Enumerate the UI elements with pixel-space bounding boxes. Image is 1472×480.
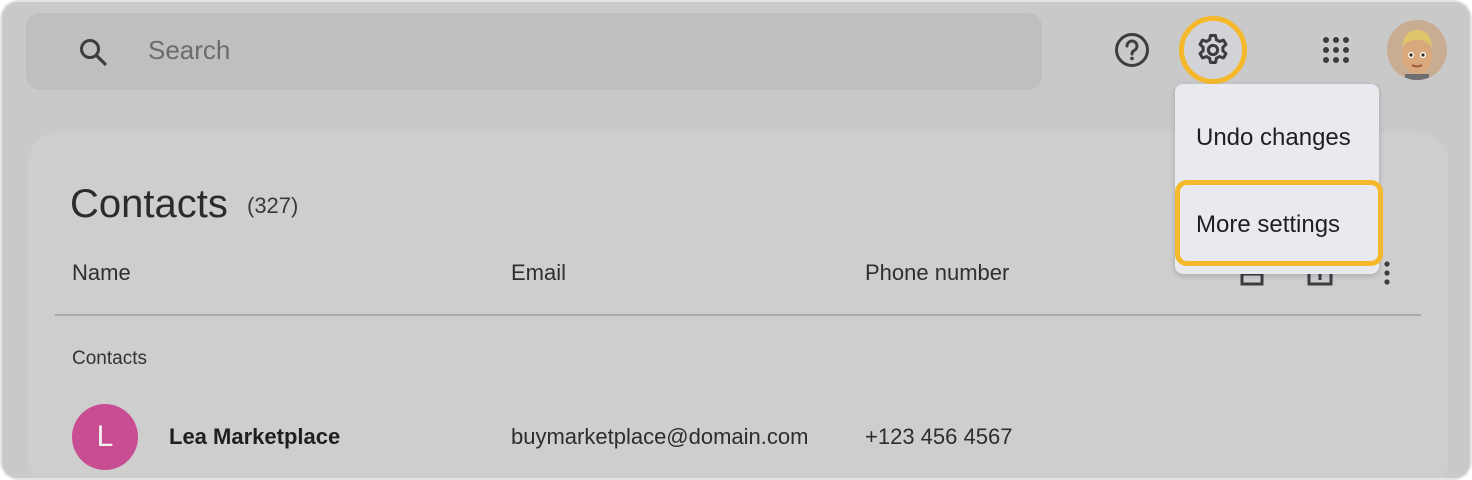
help-button[interactable] [1108, 26, 1156, 74]
user-avatar-icon [1387, 20, 1447, 80]
settings-menu: Undo changes More settings [1175, 84, 1383, 274]
contact-phone[interactable]: +123 456 4567 [865, 424, 1012, 450]
settings-button[interactable] [1179, 16, 1247, 84]
contact-avatar[interactable]: L [72, 404, 138, 470]
contacts-count: (327) [247, 193, 299, 218]
help-circle-icon [1115, 33, 1149, 67]
column-header-name[interactable]: Name [72, 260, 131, 286]
account-avatar[interactable] [1387, 20, 1447, 80]
contact-name[interactable]: Lea Marketplace [169, 424, 340, 450]
section-label: Contacts [72, 348, 147, 369]
page-title: Contacts [70, 182, 228, 226]
more-vert-icon[interactable] [1380, 260, 1394, 288]
contact-email[interactable]: buymarketplace@domain.com [511, 424, 808, 450]
gear-icon [1198, 34, 1228, 64]
app-window: Search Contacts (327) Name Email Phone n… [0, 0, 1472, 480]
search-bar[interactable]: Search [26, 13, 1042, 90]
apps-grid-icon [1323, 37, 1349, 63]
apps-button[interactable] [1312, 26, 1360, 74]
search-input[interactable]: Search [148, 35, 230, 66]
search-icon [80, 39, 107, 66]
column-header-phone[interactable]: Phone number [865, 260, 1009, 286]
menu-item-undo-changes[interactable]: Undo changes [1196, 124, 1351, 152]
column-header-email[interactable]: Email [511, 260, 566, 286]
menu-item-more-settings-highlight[interactable]: More settings [1175, 180, 1383, 266]
header-divider [55, 314, 1421, 316]
menu-item-more-settings[interactable]: More settings [1196, 211, 1340, 239]
